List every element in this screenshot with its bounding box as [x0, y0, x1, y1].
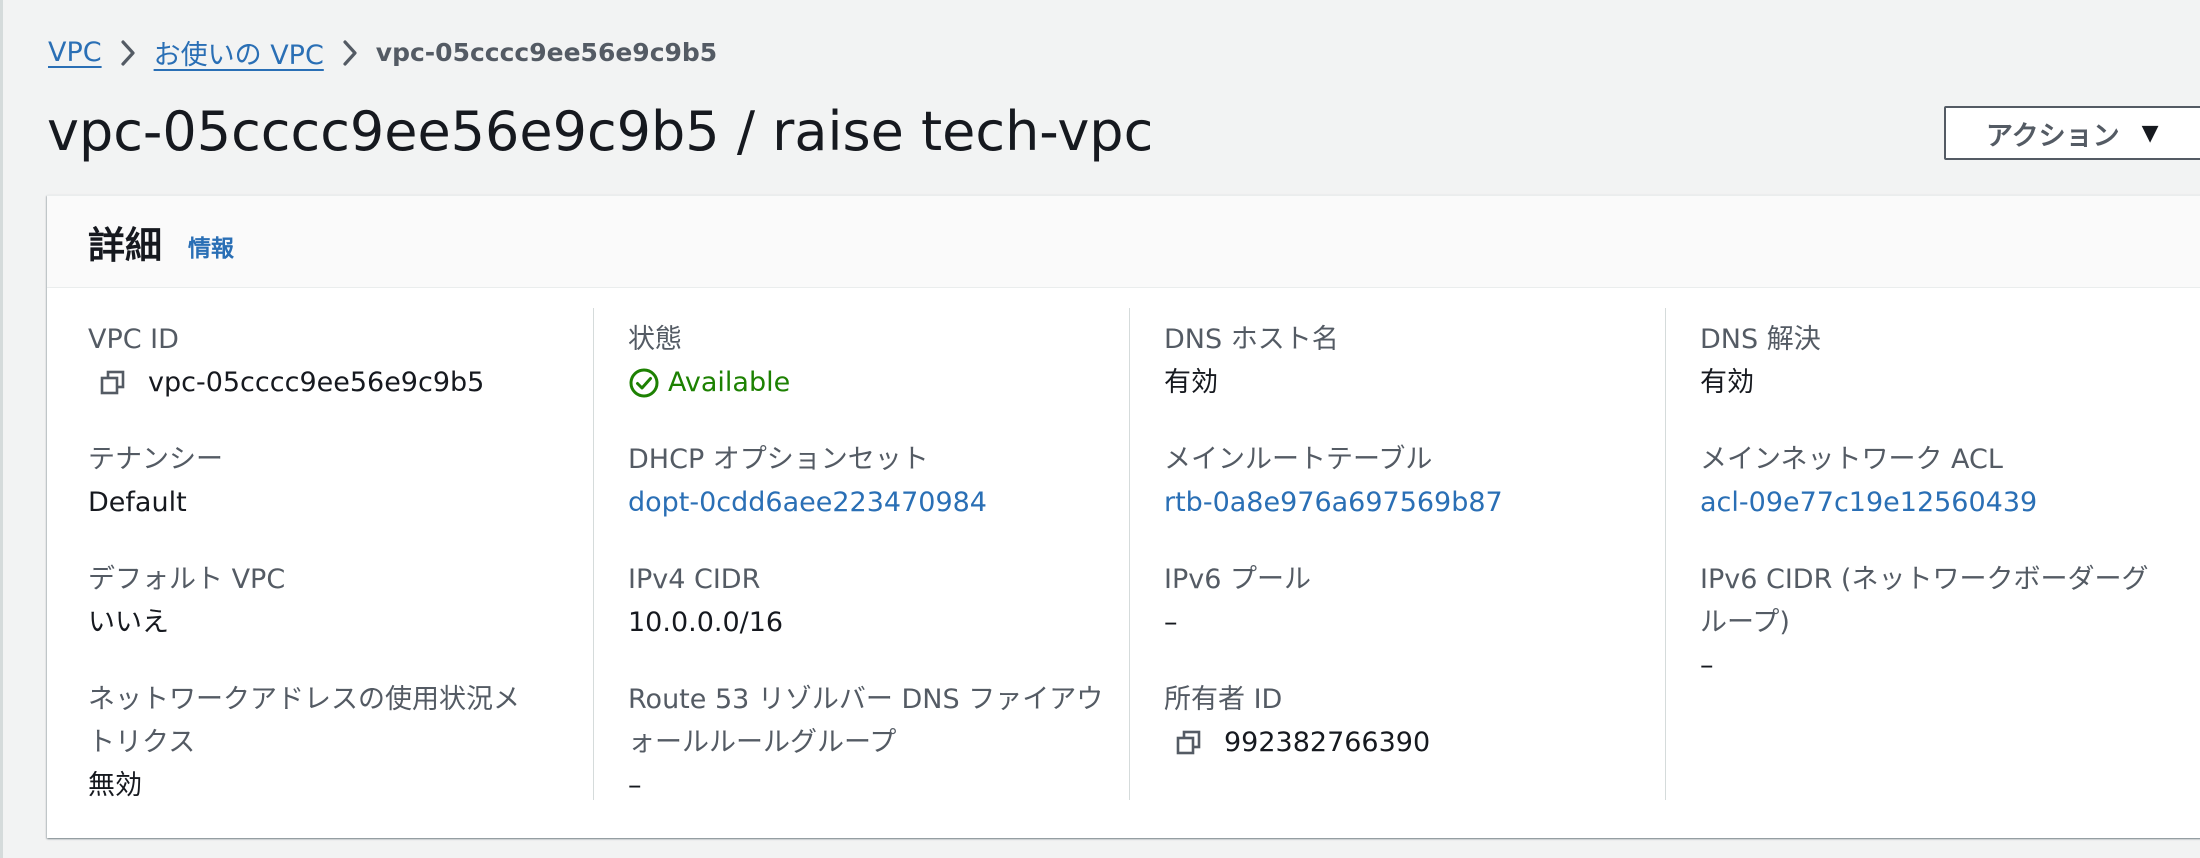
main-network-acl-link[interactable]: acl-09e77c19e12560439 — [1700, 481, 2037, 524]
field-label: テナンシー — [88, 444, 223, 475]
details-columns: VPC ID vpc-05cccc9ee56e9c9b5 テナンシー Defau… — [47, 288, 2200, 838]
field-label: ネットワークアドレスの使用状況メ — [88, 684, 520, 715]
details-column-4: DNS 解決 有効 メインネットワーク ACL acl-09e77c19e125… — [1665, 308, 2200, 800]
breadcrumb: VPC お使いの VPC vpc-05cccc9ee56e9c9b5 — [48, 33, 718, 72]
actions-label: アクション — [1986, 120, 2120, 152]
field-dhcp-option-set: DHCP オプションセット dopt-0cdd6aee223470984 — [628, 438, 987, 524]
field-value: Default — [88, 487, 187, 518]
field-value: 10.0.0.0/16 — [628, 607, 784, 638]
field-label: 状態 — [628, 324, 682, 355]
field-dns-hostnames: DNS ホスト名 有効 — [1164, 318, 1339, 404]
field-value: Available — [628, 361, 790, 404]
field-value: vpc-05cccc9ee56e9c9b5 — [88, 361, 484, 404]
field-state: 状態 Available — [628, 318, 790, 404]
status-value: Available — [668, 367, 791, 398]
info-link[interactable]: 情報 — [188, 229, 234, 263]
details-panel: 詳細 情報 VPC ID vpc-05cccc9ee56e9c9b5 テナンシー… — [47, 195, 2200, 838]
field-label: トリクス — [88, 727, 196, 758]
field-value: – — [1700, 650, 1714, 681]
details-column-1: VPC ID vpc-05cccc9ee56e9c9b5 テナンシー Defau… — [88, 308, 520, 801]
field-route53-resolver-dns-firewall: Route 53 リゾルバー DNS ファイアウ ォールルールグループ – — [628, 678, 1103, 807]
field-label: メインルートテーブル — [1164, 444, 1433, 475]
field-label: デフォルト VPC — [88, 564, 286, 595]
field-dns-resolution: DNS 解決 有効 — [1700, 318, 1821, 404]
field-value: – — [1164, 607, 1178, 638]
field-vpc-id: VPC ID vpc-05cccc9ee56e9c9b5 — [88, 318, 484, 404]
check-circle-icon — [629, 368, 659, 397]
details-column-3: DNS ホスト名 有効 メインルートテーブル rtb-0a8e976a69756… — [1129, 308, 1665, 800]
field-label: DNS 解決 — [1700, 324, 1821, 355]
field-value: いいえ — [88, 607, 169, 638]
field-label: IPv4 CIDR — [628, 564, 761, 595]
field-value: 992382766390 — [1164, 721, 1430, 764]
field-label: 所有者 ID — [1164, 684, 1283, 715]
dhcp-option-set-link[interactable]: dopt-0cdd6aee223470984 — [628, 481, 987, 524]
field-value: 有効 — [1700, 367, 1754, 398]
details-title: 詳細 — [88, 223, 162, 267]
owner-id-value: 992382766390 — [1224, 727, 1431, 758]
field-label: ループ) — [1700, 607, 1790, 638]
copy-icon[interactable] — [1172, 726, 1206, 760]
chevron-right-icon — [324, 37, 376, 68]
field-default-vpc: デフォルト VPC いいえ — [88, 558, 285, 644]
main-route-table-link[interactable]: rtb-0a8e976a697569b87 — [1164, 481, 1503, 524]
left-edge — [0, 0, 3, 858]
page-title: vpc-05cccc9ee56e9c9b5 / raise tech-vpc — [47, 100, 1154, 163]
field-network-address-usage-metrics: ネットワークアドレスの使用状況メ トリクス 無効 — [88, 678, 520, 807]
field-label: VPC ID — [88, 324, 179, 355]
copy-icon[interactable] — [96, 366, 130, 400]
field-ipv4-cidr: IPv4 CIDR 10.0.0.0/16 — [628, 558, 783, 644]
breadcrumb-your-vpcs-link[interactable]: お使いの VPC — [154, 33, 324, 72]
field-owner-id: 所有者 ID 992382766390 — [1164, 678, 1430, 764]
field-tenancy: テナンシー Default — [88, 438, 223, 524]
breadcrumb-vpc-link[interactable]: VPC — [48, 37, 102, 68]
field-label: Route 53 リゾルバー DNS ファイアウ — [628, 684, 1104, 715]
field-main-network-acl: メインネットワーク ACL acl-09e77c19e12560439 — [1700, 438, 2037, 524]
field-value: 有効 — [1164, 367, 1218, 398]
vpc-id-value: vpc-05cccc9ee56e9c9b5 — [148, 367, 485, 398]
field-label: DNS ホスト名 — [1164, 324, 1339, 355]
field-value: – — [628, 770, 642, 801]
field-label: DHCP オプションセット — [628, 444, 929, 475]
details-panel-header: 詳細 情報 — [47, 196, 2200, 288]
field-value: 無効 — [88, 770, 142, 801]
field-label: IPv6 CIDR (ネットワークボーダーグ — [1700, 564, 2149, 595]
caret-down-icon: ▼ — [2141, 120, 2159, 146]
field-label: IPv6 プール — [1164, 564, 1311, 595]
chevron-right-icon — [102, 37, 154, 68]
field-main-route-table: メインルートテーブル rtb-0a8e976a697569b87 — [1164, 438, 1503, 524]
details-column-2: 状態 Available DHCP オプションセット dopt-0cdd6aee… — [593, 308, 1129, 801]
actions-dropdown-button[interactable]: アクション ▼ — [1944, 106, 2200, 160]
field-label: メインネットワーク ACL — [1700, 444, 2003, 475]
breadcrumb-current: vpc-05cccc9ee56e9c9b5 — [375, 37, 718, 67]
field-label: ォールルールグループ — [628, 727, 897, 758]
field-ipv6-cidr-network-border-group: IPv6 CIDR (ネットワークボーダーグ ループ) – — [1700, 558, 2148, 687]
field-ipv6-pool: IPv6 プール – — [1164, 558, 1311, 644]
